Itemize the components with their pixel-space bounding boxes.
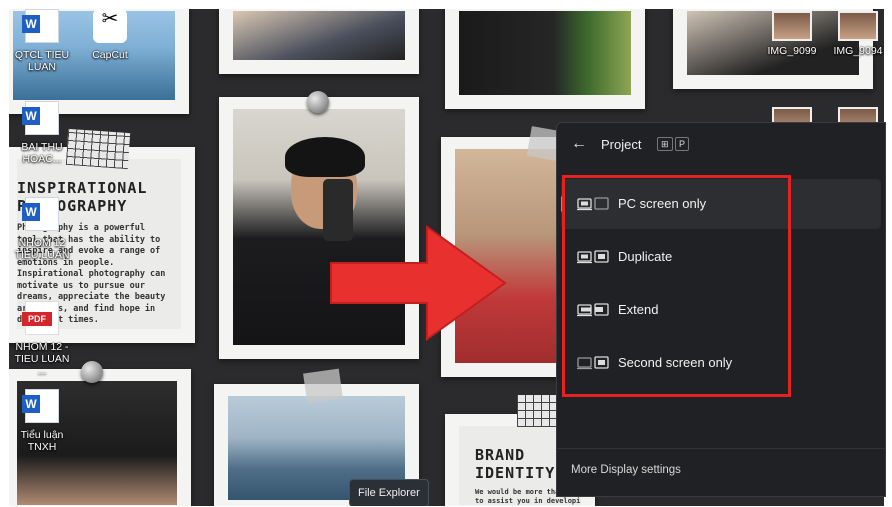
desktop-icon-label: NHOM 12 TIEU LUAN [14, 237, 70, 261]
wallpaper-photo-sitting [219, 9, 419, 74]
desktop-icon-img-9099[interactable]: IMG_9099 [761, 11, 823, 57]
wallpaper-photo-veggies [445, 9, 645, 109]
desktop-icon-label: CapCut [92, 49, 128, 61]
image-thumbnail-icon [772, 11, 812, 41]
desktop-icon-doc-tieu-luan[interactable]: Tiểu luận TNXH [11, 389, 73, 453]
back-arrow-icon[interactable]: ← [571, 135, 587, 153]
file-explorer-tooltip: File Explorer [349, 479, 429, 506]
desktop-icon-img-9094[interactable]: IMG_9094 [827, 11, 884, 57]
red-highlight-box [562, 175, 791, 397]
red-arrow-annotation [330, 225, 507, 341]
project-header: ← Project ⊞ P [557, 123, 885, 167]
desktop-icon-capcut[interactable]: CapCut [79, 9, 141, 61]
word-document-icon [22, 389, 59, 423]
desktop-icon-label: Tiểu luận TNXH [20, 429, 64, 453]
image-thumbnail-icon [838, 11, 878, 41]
p-key-hint: P [675, 137, 690, 151]
desktop-icon-doc-nhom12[interactable]: NHOM 12 TIEU LUAN [11, 197, 73, 261]
wallpaper-grid-card [65, 128, 131, 170]
desktop-icon-label: BAI THU HOAC... [21, 141, 63, 165]
windows-key-icon: ⊞ [657, 137, 673, 151]
wallpaper-tape [303, 368, 343, 404]
poster-brand-title: BRAND IDENTITY [475, 446, 556, 482]
project-footer: More Display settings [557, 448, 885, 496]
wallpaper-pin [81, 361, 103, 383]
desktop-icon-pdf-nhom12[interactable]: NHOM 12 - TIEU LUAN ... [11, 301, 73, 377]
desktop-icon-label: NHOM 12 - TIEU LUAN ... [14, 341, 70, 377]
desktop-icon-doc-bai-thu[interactable]: BAI THU HOAC... [11, 101, 73, 165]
desktop-icon-label: QTCL TIEU LUAN [14, 49, 70, 73]
word-document-icon [22, 101, 59, 135]
desktop-icon-label: IMG_9094 [833, 45, 883, 57]
word-document-icon [22, 9, 59, 43]
desktop-icon-label: IMG_9099 [767, 45, 817, 57]
wallpaper-pin [307, 91, 329, 113]
word-document-icon [22, 197, 59, 231]
capcut-icon [93, 9, 127, 43]
desktop-icon-doc-qtcl[interactable]: QTCL TIEU LUAN [11, 9, 73, 73]
project-title: Project [601, 137, 642, 152]
selfie-hair [285, 137, 365, 177]
more-display-settings-link[interactable]: More Display settings [571, 464, 681, 476]
pdf-document-icon [22, 301, 59, 335]
